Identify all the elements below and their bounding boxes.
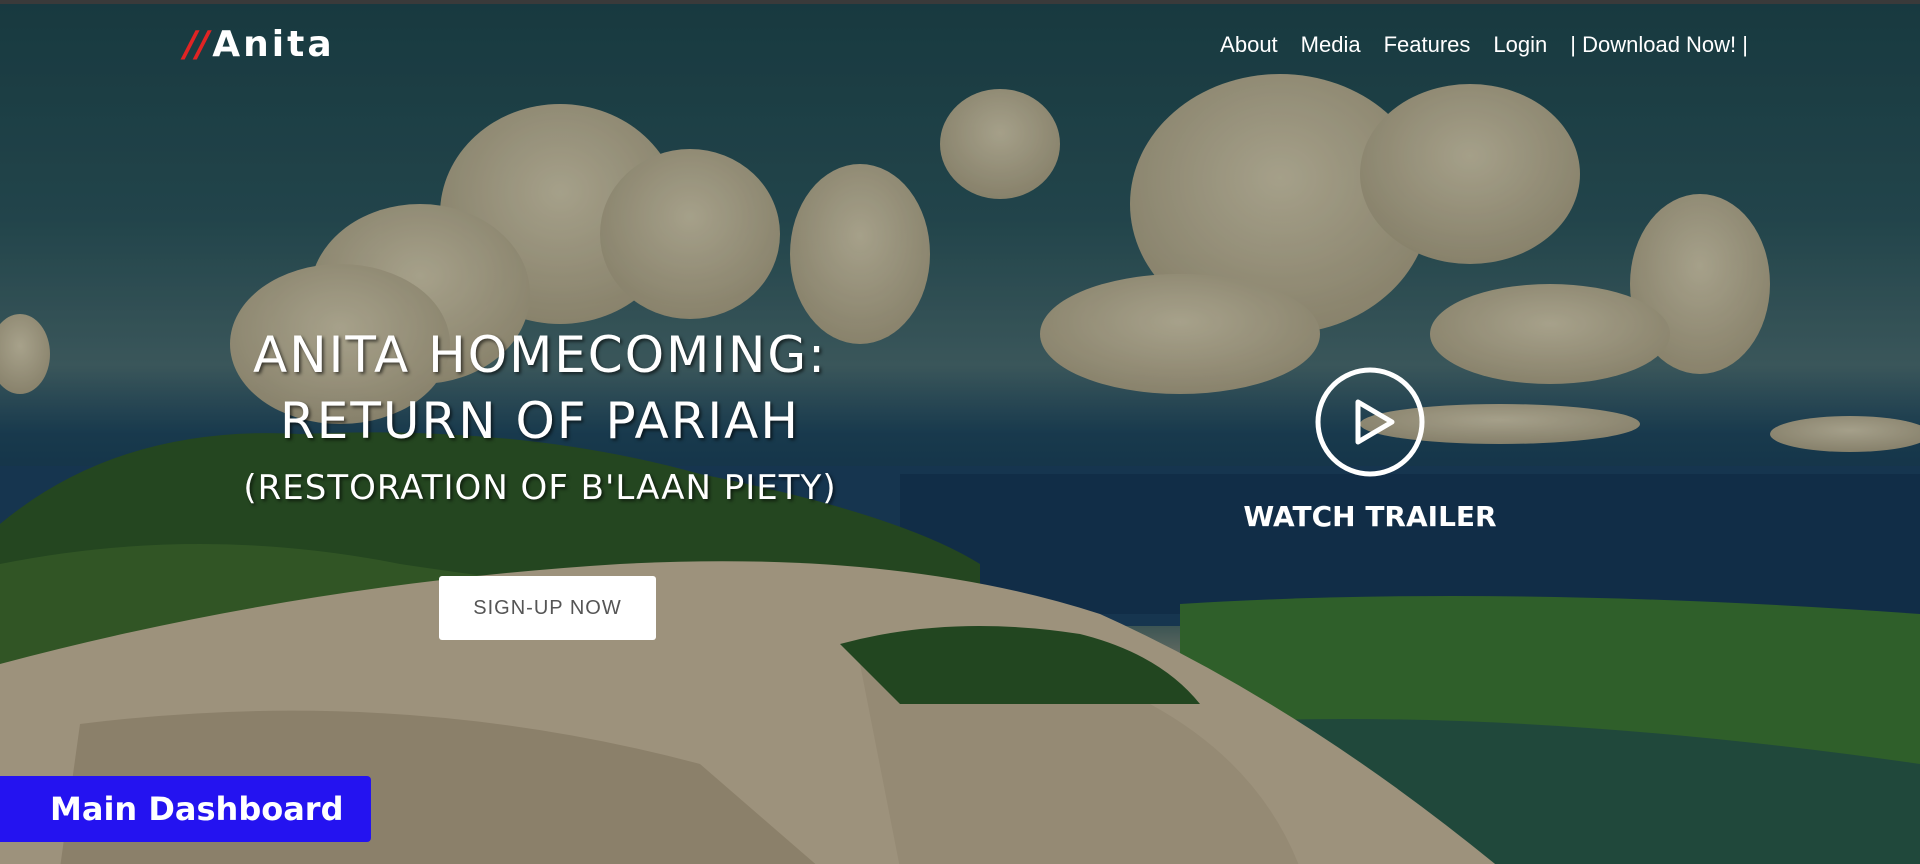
top-nav: About Media Features Login | Download No… [1220, 32, 1748, 58]
hero-subtitle: (RESTORATION OF B'LAAN PIETY) [243, 468, 837, 508]
nav-about[interactable]: About [1220, 32, 1278, 58]
main-dashboard-button[interactable]: Main Dashboard [0, 776, 371, 842]
nav-login[interactable]: Login [1493, 32, 1547, 58]
logo[interactable]: //Anita [184, 24, 335, 65]
logo-slashes: // [184, 24, 209, 65]
watch-trailer-link[interactable]: WATCH TRAILER [1180, 500, 1560, 533]
hero-title-line-2: RETURN OF PARIAH [280, 392, 800, 450]
nav-features[interactable]: Features [1384, 32, 1471, 58]
nav-download-now[interactable]: | Download Now! | [1570, 32, 1748, 58]
play-circle-icon[interactable] [1314, 366, 1426, 478]
hero-text: ANITA HOMECOMING: RETURN OF PARIAH (REST… [200, 322, 880, 508]
hero-title-line-1: ANITA HOMECOMING: [253, 326, 827, 384]
nav-media[interactable]: Media [1301, 32, 1361, 58]
page: //Anita About Media Features Login | Dow… [0, 0, 1920, 864]
sign-up-button[interactable]: SIGN-UP NOW [439, 576, 656, 640]
logo-name: Anita [212, 24, 335, 65]
hero-title: ANITA HOMECOMING: RETURN OF PARIAH [200, 322, 880, 454]
